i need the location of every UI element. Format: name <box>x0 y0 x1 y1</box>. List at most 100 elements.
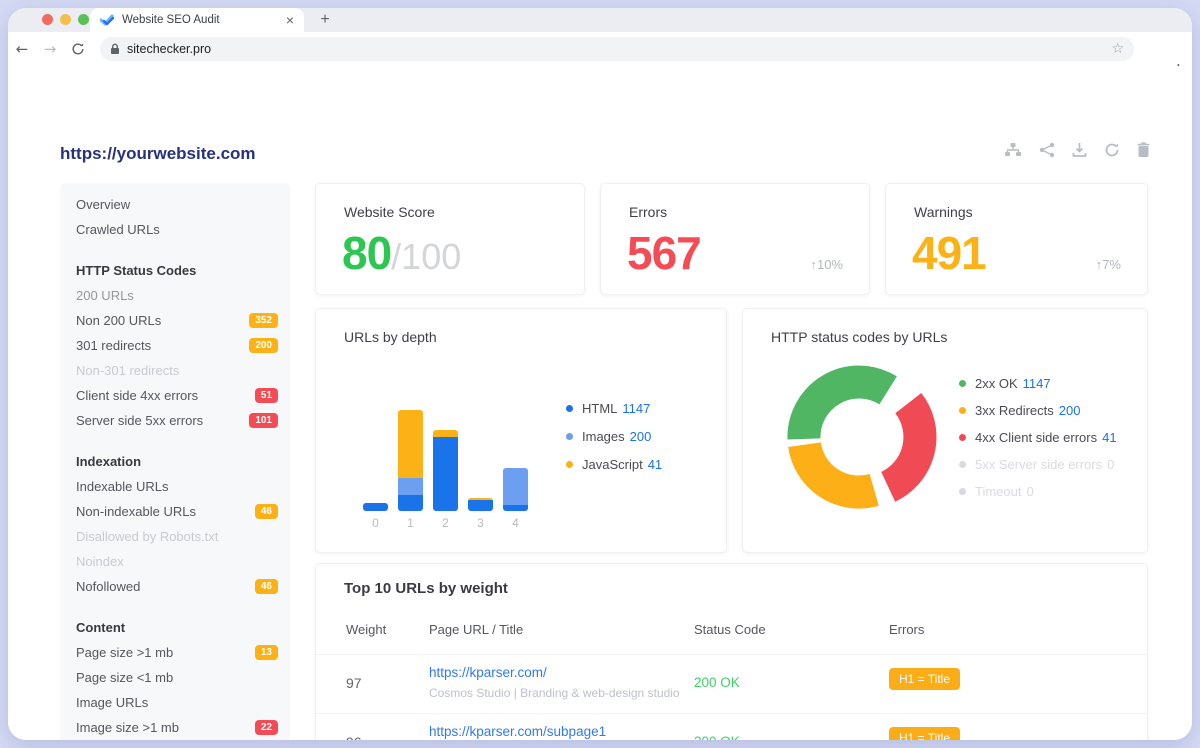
bar-segment-images <box>503 468 528 505</box>
legend-dot-icon <box>566 461 573 468</box>
bar-depth-0 <box>363 503 388 511</box>
warnings-delta: ↑7% <box>1096 257 1121 272</box>
warnings-card: Warnings 491 ↑7% <box>885 183 1148 295</box>
sidebar-item-200-urls[interactable]: 200 URLs <box>76 283 278 308</box>
sidebar-item-label: 301 redirects <box>76 338 249 353</box>
column-header-url: Page URL / Title <box>429 622 523 637</box>
sidebar-item-label: Image URLs <box>76 695 278 710</box>
count-badge: 352 <box>249 313 278 328</box>
card-title: Website Score <box>344 204 435 220</box>
reload-icon[interactable] <box>64 40 92 58</box>
new-tab-button[interactable]: + <box>314 9 336 31</box>
sidebar-item-label: Noindex <box>76 554 278 569</box>
sidebar-item-label: Overview <box>76 197 278 212</box>
sitechecker-favicon-icon <box>100 14 114 27</box>
bar-segment-html <box>503 505 528 511</box>
count-badge: 13 <box>255 645 278 660</box>
forward-icon[interactable]: → <box>36 40 64 58</box>
http-status-codes-card: HTTP status codes by URLs 2xx OK1147 3xx… <box>742 308 1148 553</box>
count-badge: 46 <box>255 504 278 519</box>
bar-segment-images <box>398 478 423 495</box>
sidebar-item-label: Server side 5xx errors <box>76 413 249 428</box>
legend-item-html: HTML1147 <box>566 401 662 416</box>
legend-dot-icon <box>959 434 966 441</box>
donut-chart-legend: 2xx OK1147 3xx Redirects200 4xx Client s… <box>959 376 1117 499</box>
donut-slice-2xx <box>804 382 888 439</box>
urls-by-depth-card: URLs by depth 01234 HTML1147 Images200 J… <box>315 308 727 553</box>
row-weight: 97 <box>346 675 362 691</box>
sidebar-item-label: Page size <1 mb <box>76 670 278 685</box>
column-header-status: Status Code <box>694 622 766 637</box>
sidebar-item-image-size-gt1mb[interactable]: Image size >1 mb22 <box>76 715 278 740</box>
tab-title: Website SEO Audit <box>122 14 278 26</box>
page-url-link[interactable]: https://kparser.com/ <box>429 665 547 680</box>
sidebar-item-label: Non-301 redirects <box>76 363 278 378</box>
bar-segment-javascript <box>433 430 458 437</box>
sidebar-item-client-4xx-errors[interactable]: Client side 4xx errors51 <box>76 383 278 408</box>
sidebar-item-page-size-lt1mb[interactable]: Page size <1 mb <box>76 665 278 690</box>
table-row: 97 https://kparser.com/ Cosmos Studio | … <box>316 655 1147 713</box>
legend-dot-icon <box>566 405 573 412</box>
refresh-icon[interactable] <box>1104 142 1120 158</box>
bar-depth-3 <box>468 498 493 511</box>
donut-slice-4xx <box>888 403 920 487</box>
count-badge: 46 <box>255 579 278 594</box>
minimize-window-button[interactable] <box>60 14 71 25</box>
bar-chart-bars <box>363 309 528 511</box>
browser-tab[interactable]: Website SEO Audit × <box>90 8 304 32</box>
sidebar-item-image-urls[interactable]: Image URLs <box>76 690 278 715</box>
legend-dot-icon <box>959 461 966 468</box>
top-urls-table-card: Top 10 URLs by weight Weight Page URL / … <box>315 563 1148 740</box>
warnings-value: 491 <box>912 226 986 280</box>
maximize-window-button[interactable] <box>78 14 89 25</box>
share-icon[interactable] <box>1039 142 1055 158</box>
sidebar-item-non-301-redirects: Non-301 redirects <box>76 358 278 383</box>
sidebar-item-server-5xx-errors[interactable]: Server side 5xx errors101 <box>76 408 278 433</box>
legend-item-5xx: 5xx Server side errors0 <box>959 457 1117 472</box>
donut-slice-3xx <box>805 445 875 492</box>
count-badge: 22 <box>255 720 278 735</box>
count-badge: 200 <box>249 338 278 353</box>
column-header-weight: Weight <box>346 622 386 637</box>
website-score-card: Website Score 80/100 <box>315 183 585 295</box>
trash-icon[interactable] <box>1137 142 1150 158</box>
sidebar-item-nofollowed[interactable]: Nofollowed46 <box>76 574 278 599</box>
legend-item-4xx: 4xx Client side errors41 <box>959 430 1117 445</box>
sidebar-item-301-redirects[interactable]: 301 redirects200 <box>76 333 278 358</box>
address-bar[interactable]: sitechecker.pro ☆ <box>100 37 1134 61</box>
bar-segment-html <box>468 500 493 511</box>
card-title: Warnings <box>914 204 973 220</box>
sidebar-item-noindex: Noindex <box>76 549 278 574</box>
bar-depth-1 <box>398 410 423 511</box>
sidebar-nav: Overview Crawled URLs HTTP Status Codes … <box>60 183 290 740</box>
sidebar-section-label: Indexation <box>76 454 278 469</box>
bar-segment-javascript <box>398 410 423 478</box>
sidebar-item-non-indexable-urls[interactable]: Non-indexable URLs46 <box>76 499 278 524</box>
error-badge: H1 = Title <box>889 668 960 690</box>
sidebar-item-label: Page size >1 mb <box>76 645 255 660</box>
website-score-value: 80/100 <box>342 226 461 280</box>
page-url-link[interactable]: https://kparser.com/subpage1 <box>429 724 606 739</box>
sidebar-item-label: Crawled URLs <box>76 222 278 237</box>
row-weight: 96 <box>346 734 362 740</box>
download-icon[interactable] <box>1072 142 1087 158</box>
sidebar-item-indexable-urls[interactable]: Indexable URLs <box>76 474 278 499</box>
sidebar-item-label: Non-indexable URLs <box>76 504 255 519</box>
column-header-errors: Errors <box>889 622 924 637</box>
sidebar-section-http-status-codes: HTTP Status Codes <box>76 258 278 283</box>
bookmark-star-icon[interactable]: ☆ <box>1111 41 1124 57</box>
legend-dot-icon <box>959 380 966 387</box>
back-icon[interactable]: ← <box>8 40 36 58</box>
sidebar-item-crawled-urls[interactable]: Crawled URLs <box>76 217 278 242</box>
legend-item-3xx: 3xx Redirects200 <box>959 403 1117 418</box>
sitemap-icon[interactable] <box>1004 142 1022 158</box>
sidebar-item-non-200-urls[interactable]: Non 200 URLs352 <box>76 308 278 333</box>
browser-toolbar: ← → sitechecker.pro ☆ ⋮ <box>8 32 1192 66</box>
close-window-button[interactable] <box>42 14 53 25</box>
errors-delta: ↑10% <box>810 257 843 272</box>
bar-segment-html <box>433 437 458 511</box>
sidebar-item-overview[interactable]: Overview <box>76 192 278 217</box>
count-badge: 51 <box>255 388 278 403</box>
sidebar-item-page-size-gt1mb[interactable]: Page size >1 mb13 <box>76 640 278 665</box>
close-tab-icon[interactable]: × <box>286 13 294 27</box>
